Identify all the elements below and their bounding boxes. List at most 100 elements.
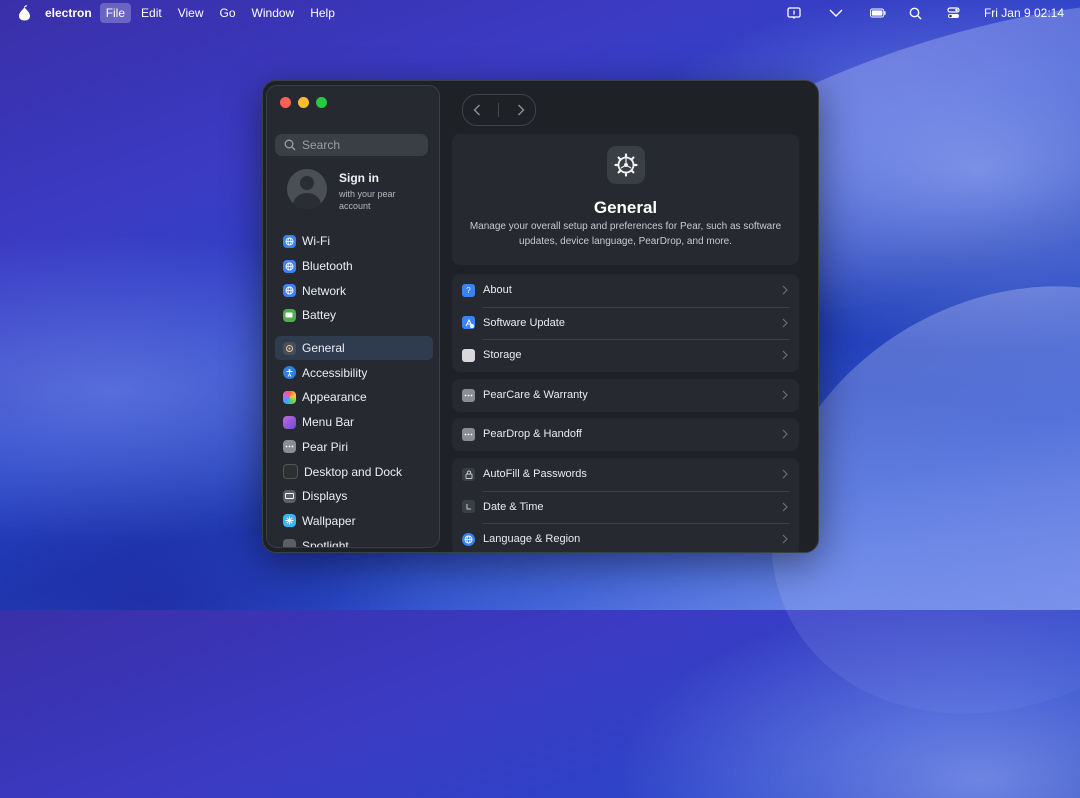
settings-group: PearCare & Warranty [452, 379, 799, 412]
sidebar-item-accessibility[interactable]: Accessibility [275, 360, 433, 385]
bluetooth-icon [283, 259, 296, 273]
sidebar-item-label: Accessibility [302, 365, 368, 380]
sign-in-section[interactable]: Sign in with your pear account [287, 169, 409, 212]
app-name[interactable]: electron [45, 6, 92, 20]
chevron-right-icon [782, 502, 788, 511]
sidebar-item-wallpaper[interactable]: Wallpaper [275, 509, 433, 534]
settings-row-storage[interactable]: Storage [452, 339, 799, 372]
settings-row-pearcare[interactable]: PearCare & Warranty [452, 379, 799, 412]
page-title: General [593, 198, 658, 217]
chevron-right-icon [782, 350, 788, 360]
traffic-lights [280, 97, 327, 108]
settings-row-about[interactable]: ? About [452, 274, 799, 307]
sidebar-item-network[interactable]: Network [275, 278, 433, 303]
sidebar-item-battery[interactable]: Battey [275, 303, 433, 328]
message-icon[interactable] [786, 5, 802, 21]
minimize-button[interactable] [298, 97, 309, 108]
menu-help[interactable]: Help [304, 3, 341, 23]
search-placeholder: Search [302, 138, 341, 152]
sidebar-item-spotlight[interactable]: Spotlight [275, 533, 433, 547]
network-icon [283, 284, 296, 298]
sidebar-item-appearance[interactable]: Appearance [275, 385, 433, 410]
sidebar-item-desktop-dock[interactable]: Desktop and Dock [275, 459, 433, 484]
peardrop-icon [462, 427, 475, 441]
chevron-right-icon [517, 104, 525, 116]
search-field[interactable]: Search [275, 134, 428, 156]
pearcare-icon [462, 388, 475, 402]
menu-edit[interactable]: Edit [135, 3, 168, 23]
battery-icon [283, 308, 296, 322]
menu-bar-icon [283, 415, 296, 429]
chevron-right-icon [782, 469, 788, 479]
settings-row-language-region[interactable]: Language & Region [452, 523, 799, 552]
general-header: General Manage your overall setup and pr… [452, 134, 799, 265]
menu-bar: electron File Edit View Go Window Help F… [0, 0, 1080, 26]
sidebar-item-label: Wi-Fi [302, 234, 330, 249]
close-button[interactable] [280, 97, 291, 108]
settings-row-peardrop[interactable]: PearDrop & Handoff [452, 418, 799, 451]
chevron-right-icon [782, 285, 788, 295]
dock-icon [283, 464, 298, 480]
globe-icon [462, 532, 475, 546]
sidebar-item-bluetooth[interactable]: Bluetooth [275, 254, 433, 279]
menu-bar-clock[interactable]: Fri Jan 9 02:14 [984, 6, 1064, 20]
sidebar-item-label: Bluetooth [302, 259, 353, 274]
sidebar-item-pear-piri[interactable]: Pear Piri [275, 435, 433, 460]
sidebar-item-label: Pear Piri [302, 439, 349, 454]
row-label: Language & Region [483, 533, 581, 546]
sidebar-item-displays[interactable]: Displays [275, 484, 433, 509]
gear-icon [607, 146, 645, 184]
control-center-icon[interactable] [946, 5, 962, 21]
settings-group: ? About Software Update Storage [452, 274, 799, 372]
sidebar-list: Wi-Fi Bluetooth Network Battey General A… [275, 229, 433, 547]
battery-icon[interactable] [869, 5, 886, 21]
sidebar-item-label: Battey [302, 308, 337, 323]
settings-row-autofill[interactable]: AutoFill & Passwords [452, 458, 799, 491]
sidebar-item-label: Appearance [302, 390, 367, 405]
chevron-left-icon [473, 104, 481, 116]
sidebar-item-label: Displays [302, 489, 348, 504]
sidebar-item-label: General [302, 341, 345, 356]
lock-icon [462, 467, 475, 481]
accessibility-icon [283, 366, 296, 380]
settings-group: AutoFill & Passwords Date & Time Languag… [452, 458, 799, 552]
sign-in-title: Sign in [339, 171, 379, 185]
search-icon [284, 139, 296, 151]
sidebar: Search Sign in with your pear account Wi… [266, 85, 440, 548]
wifi-icon [283, 234, 296, 248]
spotlight-icon [283, 539, 296, 547]
sidebar-item-menu-bar[interactable]: Menu Bar [275, 410, 433, 435]
row-label: About [483, 284, 512, 297]
software-update-icon [462, 316, 475, 330]
settings-group: PearDrop & Handoff [452, 418, 799, 451]
row-label: Storage [483, 349, 522, 362]
row-label: PearCare & Warranty [483, 389, 588, 402]
row-label: Software Update [483, 316, 565, 329]
clock-icon [462, 500, 475, 514]
menu-file[interactable]: File [99, 3, 132, 23]
piri-icon [283, 440, 296, 454]
settings-window: Search Sign in with your pear account Wi… [262, 80, 819, 553]
sign-in-subtitle: with your pear account [339, 189, 396, 211]
menu-view[interactable]: View [172, 3, 210, 23]
zoom-button[interactable] [316, 97, 327, 108]
page-description: Manage your overall setup and preference… [469, 221, 782, 247]
chevron-right-icon [782, 390, 788, 400]
sidebar-item-general[interactable]: General [275, 335, 433, 361]
search-icon[interactable] [908, 5, 924, 21]
sidebar-item-label: Menu Bar [302, 415, 355, 430]
forward-button[interactable] [514, 103, 528, 117]
chevron-down-icon[interactable] [828, 5, 844, 21]
row-label: Date & Time [483, 500, 544, 513]
settings-row-software-update[interactable]: Software Update [452, 306, 799, 340]
menu-window[interactable]: Window [246, 3, 301, 23]
storage-icon [462, 348, 475, 362]
sidebar-item-wifi[interactable]: Wi-Fi [275, 229, 433, 254]
sidebar-item-label: Wallpaper [302, 513, 356, 528]
settings-row-date-time[interactable]: Date & Time [452, 490, 799, 524]
sidebar-item-label: Desktop and Dock [304, 464, 403, 479]
row-label: AutoFill & Passwords [483, 468, 587, 481]
back-button[interactable] [470, 103, 484, 117]
pear-logo-icon[interactable] [16, 4, 32, 22]
menu-go[interactable]: Go [214, 3, 242, 23]
